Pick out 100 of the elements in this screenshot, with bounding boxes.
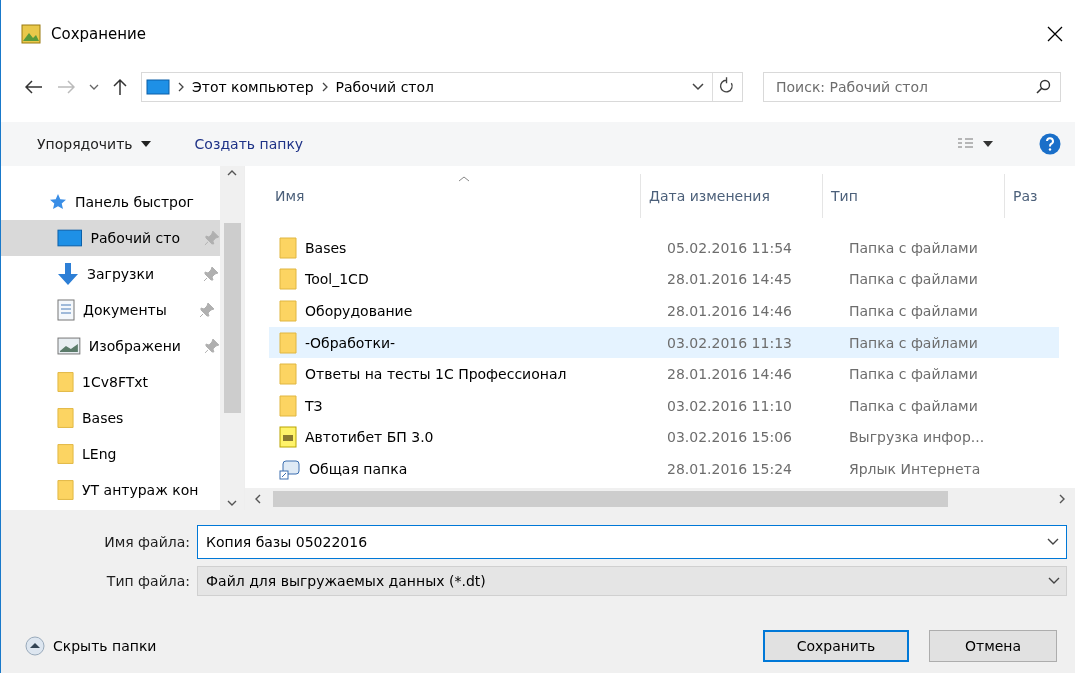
type-cell-text: Папка с файлами	[848, 239, 979, 256]
type-cell-text: Ярлык Интернета	[848, 460, 982, 477]
monitor-icon	[57, 229, 83, 247]
file-name: Автотибет БП 3.0	[305, 429, 434, 446]
type-cell-text: Папка с файлами	[848, 303, 979, 319]
sidebar-item-label: УТ антураж кон	[82, 482, 200, 498]
date-cell-text: 03.02.2016 11:10	[666, 397, 793, 414]
sidebar-item-label: Изображени	[88, 338, 182, 354]
date-cell-text: 28.01.2016 14:46	[666, 303, 793, 319]
sidebar-item-label: 1Cv8FTxt	[82, 374, 150, 390]
sidebar-item[interactable]: LEng	[1, 436, 220, 472]
collapse-icon	[25, 636, 45, 656]
back-arrow-icon[interactable]	[25, 80, 43, 94]
chevron-down-icon[interactable]	[692, 83, 704, 91]
file-icon	[279, 426, 297, 449]
date-cell-text: 28.01.2016 14:45	[666, 271, 793, 288]
type-cell-text: Папка с файлами	[848, 334, 979, 351]
file-row[interactable]: -Обработки- 03.02.2016 11:13 Папка с файлами	[269, 326, 1059, 359]
sidebar-item-label: LEng	[82, 446, 118, 462]
folder-icon	[279, 268, 297, 291]
column-header[interactable]: Раз	[1004, 174, 1075, 218]
picture-icon	[57, 337, 81, 355]
chevron-right-icon	[321, 82, 328, 92]
file-type-dropdown[interactable]: Файл для выгружаемых данных (*.dt)	[197, 566, 1067, 596]
type-cell-text: Папка с файлами	[848, 397, 979, 414]
sidebar-item[interactable]: 1Cv8FTxt	[1, 364, 220, 400]
sidebar-item[interactable]: Bases	[1, 400, 220, 436]
file-row[interactable]: Bases 05.02.2016 11:54 Папка с файлами	[269, 232, 1059, 264]
help-icon[interactable]	[1039, 133, 1061, 155]
vertical-scrollbar[interactable]	[220, 166, 244, 510]
chevron-down-icon[interactable]	[1047, 538, 1059, 546]
field-label: Тип файла:	[105, 573, 191, 589]
search-field[interactable]: Поиск: Рабочий стол	[763, 72, 1061, 102]
file-name: Bases	[305, 239, 347, 256]
date-cell-text: 05.02.2016 11:54	[666, 239, 793, 256]
monitor-icon	[146, 79, 170, 95]
file-name: Общая папка	[309, 460, 408, 477]
view-options-icon[interactable]	[957, 137, 995, 151]
sidebar-item[interactable]: Документы	[1, 292, 220, 328]
file-row[interactable]: Оборудование 28.01.2016 14:46 Папка с файлами	[269, 295, 1059, 327]
file-row[interactable]: Ответы на тесты 1С Профессионал 28.01.2016 14:46 Папка с файлами	[269, 358, 1059, 390]
chevron-right-icon	[178, 82, 184, 92]
field-label: Имя файла:	[103, 534, 191, 550]
chevron-down-icon[interactable]	[89, 84, 99, 90]
folder-icon	[57, 407, 74, 429]
file-name: ТЗ	[305, 397, 323, 414]
folder-icon	[57, 479, 74, 501]
file-row[interactable]: Автотибет БП 3.0 03.02.2016 15:06 Выгрузка инфор...	[269, 421, 1059, 454]
chevron-down-icon[interactable]	[1048, 577, 1060, 585]
hide-folders-button[interactable]: Скрыть папки	[25, 636, 157, 656]
organize-button[interactable]: Упорядочить	[37, 136, 151, 152]
file-name: Оборудование	[305, 303, 413, 319]
sidebar-item[interactable]: УТ антураж кон	[1, 472, 220, 508]
type-cell-text: Папка с файлами	[848, 271, 979, 288]
sidebar-item[interactable]: Загрузки	[1, 256, 220, 292]
column-header[interactable]: Дата изменения	[640, 174, 822, 218]
address-bar[interactable]: Этот компьютер Рабочий стол	[141, 72, 743, 102]
scrollbar-thumb[interactable]	[273, 491, 948, 507]
column-header[interactable]: Тип	[822, 174, 1004, 218]
horizontal-scrollbar[interactable]	[245, 488, 1075, 510]
file-name: -Обработки-	[305, 334, 396, 351]
sidebar-item-label: Документы	[83, 302, 168, 318]
dialog-button[interactable]: Сохранить	[763, 630, 909, 662]
sidebar-item-label: Рабочий сто	[90, 230, 182, 246]
close-icon[interactable]	[1047, 26, 1063, 42]
chevron-right-icon[interactable]	[1059, 494, 1065, 504]
type-cell-text: Папка с файлами	[848, 366, 979, 383]
file-row[interactable]: ТЗ 03.02.2016 11:10 Папка с файлами	[269, 389, 1059, 422]
file-name-field[interactable]: Копия базы 05022016	[197, 525, 1067, 559]
file-name: Ответы на тесты 1С Профессионал	[305, 366, 567, 383]
window-title: Сохранение	[51, 25, 148, 43]
shortcut-icon	[279, 457, 301, 480]
sidebar-item[interactable]: Рабочий сто	[1, 220, 220, 256]
file-row[interactable]: Tool_1CD 28.01.2016 14:45 Папка с файлами	[269, 263, 1059, 296]
file-row[interactable]: Общая папка 28.01.2016 15:24 Ярлык Интернета	[269, 453, 1059, 485]
date-cell-text: 03.02.2016 15:06	[666, 429, 793, 446]
date-cell-text: 03.02.2016 11:13	[666, 334, 793, 351]
folder-icon	[279, 394, 297, 417]
chevron-down-icon[interactable]	[227, 500, 237, 506]
folder-icon	[57, 371, 74, 393]
file-name: Tool_1CD	[305, 271, 369, 288]
folder-icon	[57, 443, 74, 465]
breadcrumb-item[interactable]: Рабочий стол	[335, 79, 435, 95]
breadcrumb-item[interactable]: Этот компьютер	[192, 79, 314, 95]
sidebar-item[interactable]: Изображени	[1, 328, 220, 364]
date-cell-text: 28.01.2016 14:46	[666, 366, 793, 383]
chevron-up-icon[interactable]	[227, 170, 237, 176]
folder-icon	[279, 331, 297, 354]
dialog-button[interactable]: Отмена	[929, 630, 1057, 662]
scrollbar-thumb[interactable]	[223, 223, 241, 413]
down-arrow-icon	[57, 262, 79, 286]
sidebar-header[interactable]: Панель быстрог	[75, 194, 205, 210]
new-folder-button[interactable]: Создать папку	[194, 136, 304, 152]
folder-icon	[279, 363, 297, 386]
sort-up-icon	[458, 176, 470, 182]
chevron-left-icon[interactable]	[255, 494, 261, 504]
sidebar-item-label: Bases	[82, 410, 125, 426]
column-header[interactable]: Имя	[245, 174, 640, 218]
up-arrow-icon[interactable]	[113, 78, 127, 96]
caret-icon	[140, 141, 151, 147]
